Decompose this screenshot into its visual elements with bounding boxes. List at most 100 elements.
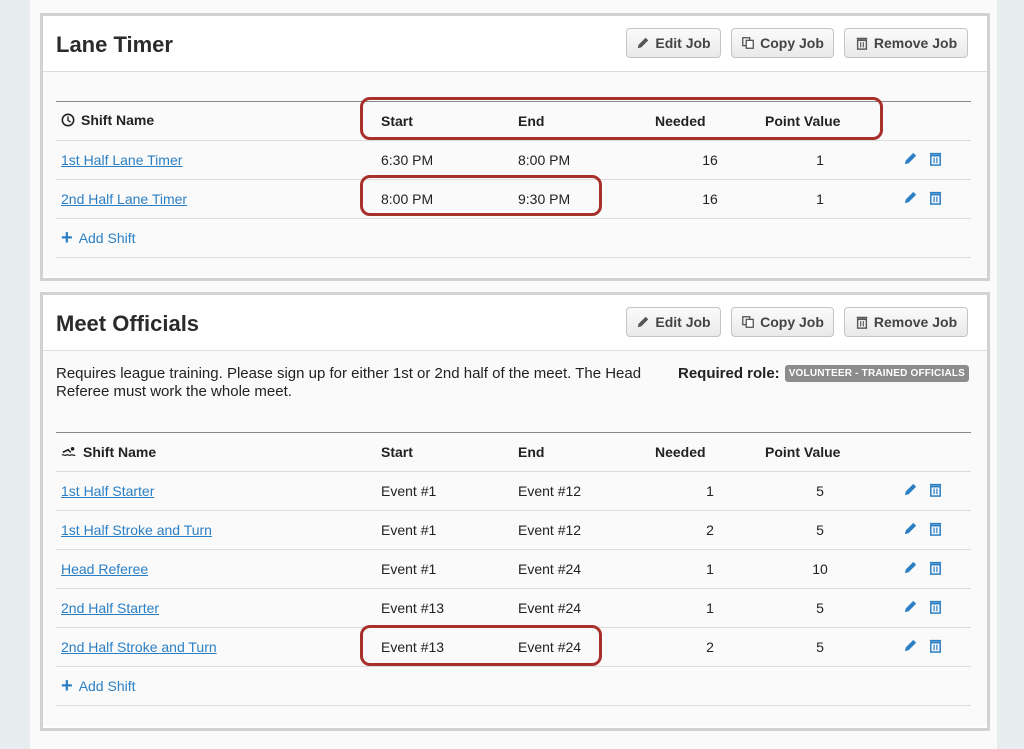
shift-points: 5 (765, 627, 875, 667)
shift-points: 5 (765, 510, 875, 550)
shift-end: Event #24 (518, 588, 655, 628)
delete-shift-icon[interactable] (928, 560, 943, 575)
shift-name-link[interactable]: 2nd Half Lane Timer (61, 191, 187, 207)
shift-needed: 1 (655, 549, 765, 589)
pencil-icon (638, 316, 649, 328)
job-title: Meet Officials (56, 311, 200, 336)
plus-icon: + (61, 674, 73, 697)
shift-name-link[interactable]: 1st Half Lane Timer (61, 152, 182, 168)
shift-end: Event #12 (518, 510, 655, 550)
col-shift-name-label: Shift Name (83, 443, 157, 460)
shift-points: 10 (765, 549, 875, 589)
shift-start: 6:30 PM (381, 140, 518, 180)
shift-points: 1 (765, 179, 875, 219)
col-point-value: Point Value (765, 432, 875, 472)
table-row: 2nd Half Lane Timer 8:00 PM 9:30 PM 16 1 (56, 179, 971, 219)
shift-start: 8:00 PM (381, 179, 518, 219)
edit-shift-icon[interactable] (903, 482, 918, 497)
remove-job-button[interactable]: Remove Job (844, 28, 968, 58)
copy-job-button[interactable]: Copy Job (731, 28, 834, 58)
role-badge: VOLUNTEER - TRAINED OFFICIALS (784, 365, 970, 382)
job-panel-meet-officials: Meet Officials Edit Job Copy Job Remove … (40, 292, 990, 731)
table-row: 2nd Half Starter Event #13 Event #24 1 5 (56, 588, 971, 628)
table-row: Head Referee Event #1 Event #24 1 10 (56, 549, 971, 589)
add-shift-button[interactable]: + Add Shift (61, 228, 136, 248)
shift-start: Event #13 (381, 588, 518, 628)
remove-job-label: Remove Job (873, 35, 958, 51)
copy-job-label: Copy Job (760, 314, 824, 330)
shift-end: Event #24 (518, 627, 655, 667)
edit-shift-icon[interactable] (903, 190, 918, 205)
shift-name-link[interactable]: 2nd Half Stroke and Turn (61, 639, 217, 655)
job-body: Shift Name Start End Needed Point Value … (43, 72, 987, 276)
col-needed: Needed (655, 432, 765, 472)
job-header: Lane Timer Edit Job Copy Job Remove Job (43, 16, 987, 72)
add-shift-label: Add Shift (78, 229, 136, 246)
pencil-icon (638, 37, 649, 49)
delete-shift-icon[interactable] (928, 190, 943, 205)
delete-shift-icon[interactable] (928, 482, 943, 497)
job-header: Meet Officials Edit Job Copy Job Remove … (43, 295, 987, 351)
edit-job-button[interactable]: Edit Job (626, 28, 721, 58)
edit-shift-icon[interactable] (903, 599, 918, 614)
col-start: Start (381, 101, 518, 141)
trash-icon (856, 37, 868, 50)
shift-name-link[interactable]: Head Referee (61, 561, 148, 577)
page: Lane Timer Edit Job Copy Job Remove Job (30, 0, 997, 749)
delete-shift-icon[interactable] (928, 151, 943, 166)
shift-points: 5 (765, 471, 875, 511)
shift-start: Event #1 (381, 549, 518, 589)
col-end: End (518, 432, 655, 472)
swimmer-icon (61, 447, 76, 457)
col-needed: Needed (655, 101, 765, 141)
table-row: 1st Half Lane Timer 6:30 PM 8:00 PM 16 1 (56, 140, 971, 180)
col-start: Start (381, 432, 518, 472)
job-description: Requires league training. Please sign up… (56, 365, 642, 400)
delete-shift-icon[interactable] (928, 638, 943, 653)
shift-end: Event #12 (518, 471, 655, 511)
shift-start: Event #1 (381, 510, 518, 550)
copy-icon (742, 37, 755, 49)
shift-needed: 2 (655, 510, 765, 550)
add-shift-row: + Add Shift (56, 666, 971, 706)
job-body: Requires league training. Please sign up… (43, 351, 987, 726)
col-actions (875, 101, 971, 141)
copy-icon (742, 316, 755, 328)
required-role-label: Required role: (678, 365, 780, 382)
copy-job-button[interactable]: Copy Job (731, 307, 834, 337)
clock-icon (61, 113, 75, 127)
edit-job-label: Edit Job (655, 35, 711, 51)
shift-name-link[interactable]: 2nd Half Starter (61, 600, 159, 616)
job-panel-lane-timer: Lane Timer Edit Job Copy Job Remove Job (40, 13, 990, 281)
shift-end: 9:30 PM (518, 179, 655, 219)
job-title: Lane Timer (56, 32, 173, 57)
table-row: 1st Half Starter Event #1 Event #12 1 5 (56, 471, 971, 511)
edit-shift-icon[interactable] (903, 151, 918, 166)
table-row: 2nd Half Stroke and Turn Event #13 Event… (56, 627, 971, 667)
add-shift-row: + Add Shift (56, 218, 971, 258)
edit-job-button[interactable]: Edit Job (626, 307, 721, 337)
shift-table: Shift Name Start End Needed Point Value … (56, 101, 971, 258)
shift-name-link[interactable]: 1st Half Starter (61, 483, 154, 499)
shift-table: Shift Name Start End Needed Point Value … (56, 432, 971, 706)
col-shift-name-label: Shift Name (81, 112, 155, 128)
shift-points: 1 (765, 140, 875, 180)
add-shift-button[interactable]: + Add Shift (61, 674, 136, 697)
remove-job-button[interactable]: Remove Job (844, 307, 968, 337)
col-actions (875, 432, 971, 472)
delete-shift-icon[interactable] (928, 599, 943, 614)
shift-needed: 16 (655, 179, 765, 219)
shift-name-link[interactable]: 1st Half Stroke and Turn (61, 522, 212, 538)
delete-shift-icon[interactable] (928, 521, 943, 536)
required-role: Required role: VOLUNTEER - TRAINED OFFIC… (678, 365, 970, 382)
col-point-value: Point Value (765, 101, 875, 141)
shift-needed: 16 (655, 140, 765, 180)
shift-table-header: Shift Name Start End Needed Point Value (56, 432, 971, 472)
col-shift-name: Shift Name (56, 101, 381, 141)
edit-shift-icon[interactable] (903, 521, 918, 536)
shift-end: Event #24 (518, 549, 655, 589)
edit-shift-icon[interactable] (903, 560, 918, 575)
shift-table-header: Shift Name Start End Needed Point Value (56, 101, 971, 141)
shift-start: Event #13 (381, 627, 518, 667)
edit-shift-icon[interactable] (903, 638, 918, 653)
